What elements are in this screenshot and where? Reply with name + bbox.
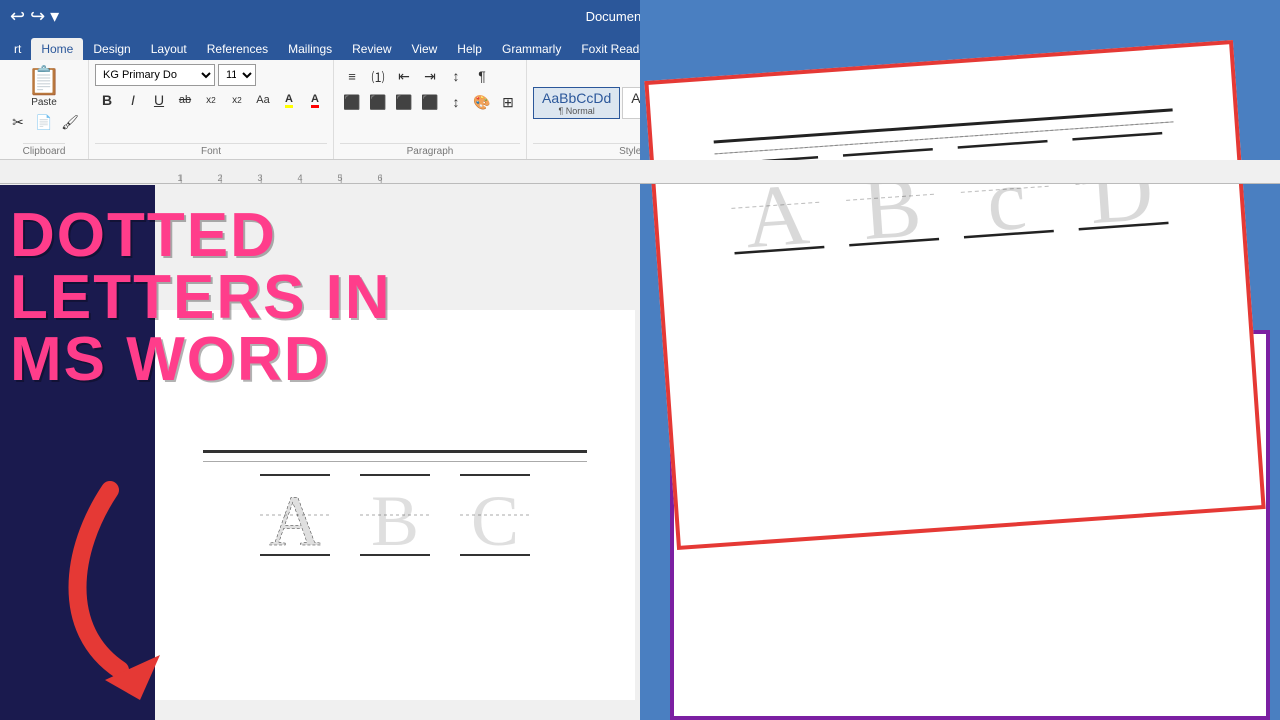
ruler-mark-2: 2 <box>200 173 240 183</box>
font-group: KG Primary Do 11 B I U ab x2 x2 Aa A A <box>89 60 334 159</box>
increase-indent-button[interactable]: ⇥ <box>418 64 442 88</box>
superscript-button[interactable]: x2 <box>225 88 249 112</box>
ruler-mark-4: 4 <box>280 173 320 183</box>
borders-button[interactable]: ⊞ <box>496 90 520 114</box>
show-marks-button[interactable]: ¶ <box>470 64 494 88</box>
tab-rt[interactable]: rt <box>4 38 31 60</box>
numbering-button[interactable]: ⑴ <box>366 64 390 88</box>
clipboard-group: 📋 Paste ✂ 📄 🖌 Clipboard <box>0 60 89 159</box>
tab-view[interactable]: View <box>402 38 448 60</box>
tab-references[interactable]: References <box>197 38 278 60</box>
bullets-button[interactable]: ≡ <box>340 64 364 88</box>
text-highlight-button[interactable]: A <box>277 88 301 112</box>
svg-text:D: D <box>1086 142 1156 239</box>
ruler-mark-5: 5 <box>320 173 360 183</box>
shading-button[interactable]: 🎨 <box>470 90 494 114</box>
style-normal-preview: AaBbCcDd <box>542 90 611 106</box>
format-painter-button[interactable]: 🖌 <box>58 110 82 134</box>
sort-button[interactable]: ↕ <box>444 64 468 88</box>
dotted-letter-B-left: B <box>355 470 435 560</box>
font-name-select[interactable]: KG Primary Do <box>95 64 215 86</box>
tab-home[interactable]: Home <box>31 38 83 60</box>
svg-text:B: B <box>371 481 419 560</box>
paste-button[interactable]: 📋 Paste <box>27 64 62 108</box>
italic-button[interactable]: I <box>121 88 145 112</box>
ruler-marks: 1 2 3 4 5 6 <box>0 160 1280 183</box>
align-right-button[interactable]: ⬛ <box>392 90 416 114</box>
font-group-label: Font <box>95 143 327 157</box>
tab-design[interactable]: Design <box>83 38 140 60</box>
strikethrough-button[interactable]: ab <box>173 88 197 112</box>
font-size-select[interactable]: 11 <box>218 64 256 86</box>
paragraph-group-label: Paragraph <box>340 143 520 157</box>
arrow-graphic <box>50 470 250 670</box>
svg-text:C: C <box>471 481 519 560</box>
paragraph-group: ≡ ⑴ ⇤ ⇥ ↕ ¶ ⬛ ⬛ ⬛ ⬛ ↕ 🎨 ⊞ Paragraph <box>334 60 527 159</box>
bold-button[interactable]: B <box>95 88 119 112</box>
underline-button[interactable]: U <box>147 88 171 112</box>
cut-button[interactable]: ✂ <box>6 110 30 134</box>
clear-format-button[interactable]: Aa <box>251 88 275 112</box>
quick-access-toolbar[interactable]: ↩ ↪ ▾ <box>10 6 59 27</box>
tab-grammarly[interactable]: Grammarly <box>492 38 571 60</box>
doc-red-border: A B c D <box>644 40 1265 550</box>
dotted-letter-C-left: C <box>455 470 535 560</box>
align-center-button[interactable]: ⬛ <box>366 90 390 114</box>
decrease-indent-button[interactable]: ⇤ <box>392 64 416 88</box>
ruler-mark-1: 1 <box>160 173 200 183</box>
font-color-button[interactable]: A <box>303 88 327 112</box>
subscript-button[interactable]: x2 <box>199 88 223 112</box>
style-normal[interactable]: AaBbCcDd ¶ Normal <box>533 87 620 119</box>
align-left-button[interactable]: ⬛ <box>340 90 364 114</box>
tab-mailings[interactable]: Mailings <box>278 38 342 60</box>
tab-layout[interactable]: Layout <box>141 38 197 60</box>
ruler-mark-3: 3 <box>240 173 280 183</box>
clipboard-group-label: Clipboard <box>23 143 66 157</box>
ruler: 1 2 3 4 5 6 <box>0 160 1280 184</box>
style-normal-label: ¶ Normal <box>542 106 611 116</box>
justify-button[interactable]: ⬛ <box>418 90 442 114</box>
ruler-mark-6: 6 <box>360 173 400 183</box>
tab-help[interactable]: Help <box>447 38 492 60</box>
dotted-letter-c-red: c <box>952 131 1059 248</box>
dotted-letter-B-red: B <box>837 139 944 256</box>
tab-review[interactable]: Review <box>342 38 401 60</box>
copy-button[interactable]: 📄 <box>32 110 56 134</box>
line-spacing-button[interactable]: ↕ <box>444 90 468 114</box>
